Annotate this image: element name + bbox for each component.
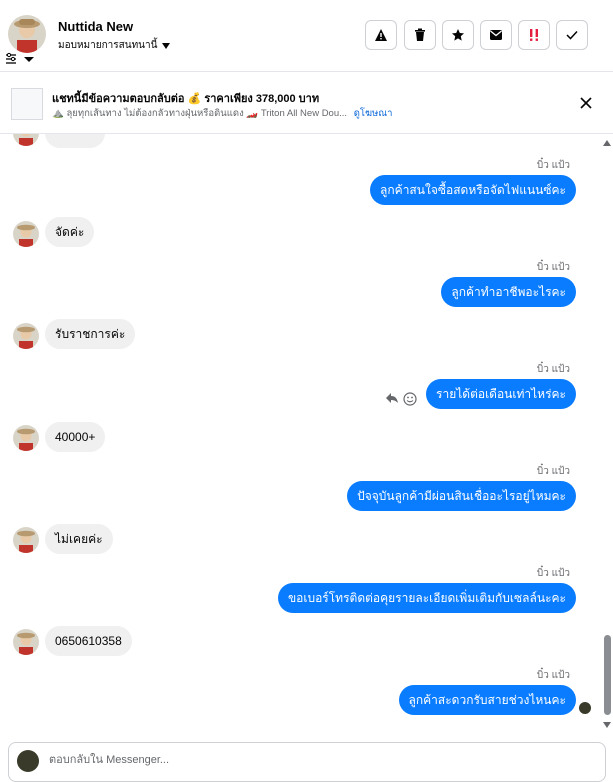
scroll-down-icon[interactable] <box>603 722 611 728</box>
check-icon <box>566 30 578 40</box>
ad-title: แชทนี้มีข้อความตอบกลับต่อ 💰 ราคาเพียง 37… <box>52 93 320 105</box>
alert-icon <box>375 29 387 41</box>
message-bubble-partial[interactable] <box>45 134 105 148</box>
reply-composer <box>8 742 606 782</box>
done-button[interactable] <box>556 20 588 50</box>
message-bubble-outgoing[interactable]: ลูกค้าสะดวกรับสายช่วงไหนคะ <box>398 685 576 715</box>
message-bubble-incoming[interactable]: รับราชการค่ะ <box>45 319 136 349</box>
contact-avatar-small <box>13 221 39 247</box>
mail-icon <box>490 30 502 40</box>
mail-button[interactable] <box>480 20 512 50</box>
scroll-up-icon[interactable] <box>603 140 611 146</box>
message-bubble-outgoing[interactable]: ขอเบอร์โทรติดต่อคุยรายละเอียดเพิ่มเติมกั… <box>277 583 576 613</box>
seen-avatar <box>579 702 591 714</box>
assign-dropdown[interactable]: มอบหมายการสนทนานี้ <box>58 38 171 53</box>
page-avatar <box>17 750 39 772</box>
conversation-header: Nuttida New มอบหมายการสนทนานี้ <box>0 0 613 72</box>
scrollbar-thumb[interactable] <box>604 635 611 715</box>
sender-label: บิ๋ว แป้ว <box>536 568 570 579</box>
view-ad-link[interactable]: ดูโฆษณา <box>354 108 393 119</box>
sender-label: บิ๋ว แป้ว <box>536 160 570 171</box>
contact-name[interactable]: Nuttida New <box>58 19 133 34</box>
delete-button[interactable] <box>404 20 436 50</box>
close-icon[interactable] <box>578 95 594 111</box>
chevron-down-icon <box>162 42 171 49</box>
message-list[interactable]: บิ๋ว แป้ว ลูกค้าสนใจซื้อสดหรือจัดไฟแนนซ์… <box>0 134 600 739</box>
contact-avatar-small <box>13 134 39 146</box>
message-bubble-incoming[interactable]: 0650610358 <box>45 626 132 656</box>
star-icon <box>452 29 464 41</box>
reply-icon[interactable] <box>385 392 399 404</box>
filter-icon[interactable] <box>4 51 36 67</box>
message-bubble-outgoing[interactable]: ลูกค้าทำอาชีพอะไรคะ <box>441 277 576 307</box>
contact-avatar-small <box>13 425 39 451</box>
sender-label: บิ๋ว แป้ว <box>536 364 570 375</box>
contact-avatar-small <box>13 629 39 655</box>
message-bubble-incoming[interactable]: ไม่เคยค่ะ <box>45 524 113 554</box>
sender-label: บิ๋ว แป้ว <box>536 262 570 273</box>
contact-avatar-small <box>13 323 39 349</box>
react-icon[interactable] <box>403 392 417 406</box>
message-bubble-outgoing[interactable]: ปัจจุบันลูกค้ามีผ่อนสินเชื่ออะไรอยู่ไหมค… <box>347 481 576 511</box>
spam-button[interactable] <box>518 20 550 50</box>
trash-icon <box>415 28 425 41</box>
star-button[interactable] <box>442 20 474 50</box>
message-bubble-outgoing[interactable]: ลูกค้าสนใจซื้อสดหรือจัดไฟแนนซ์คะ <box>370 175 576 205</box>
message-bubble-outgoing[interactable]: รายได้ต่อเดือนเท่าไหร่คะ <box>426 379 576 409</box>
ad-banner: แชทนี้มีข้อความตอบกลับต่อ 💰 ราคาเพียง 37… <box>0 72 613 134</box>
assign-label: มอบหมายการสนทนานี้ <box>58 40 158 51</box>
sender-label: บิ๋ว แป้ว <box>536 670 570 681</box>
alert-button[interactable] <box>365 20 397 50</box>
sender-label: บิ๋ว แป้ว <box>536 466 570 477</box>
message-bubble-incoming[interactable]: 40000+ <box>45 422 106 452</box>
ad-subtitle-text: ⛰️ ลุยทุกเส้นทาง ไม่ต้องกลัวทางฝุ่นหรือด… <box>52 108 348 119</box>
ad-thumbnail[interactable] <box>11 88 43 120</box>
ad-subtitle: ⛰️ ลุยทุกเส้นทาง ไม่ต้องกลัวทางฝุ่นหรือด… <box>52 106 392 121</box>
contact-avatar[interactable] <box>8 15 46 53</box>
contact-avatar-small <box>13 527 39 553</box>
spam-icon <box>530 29 538 41</box>
message-bubble-incoming[interactable]: จัดค่ะ <box>45 217 95 247</box>
